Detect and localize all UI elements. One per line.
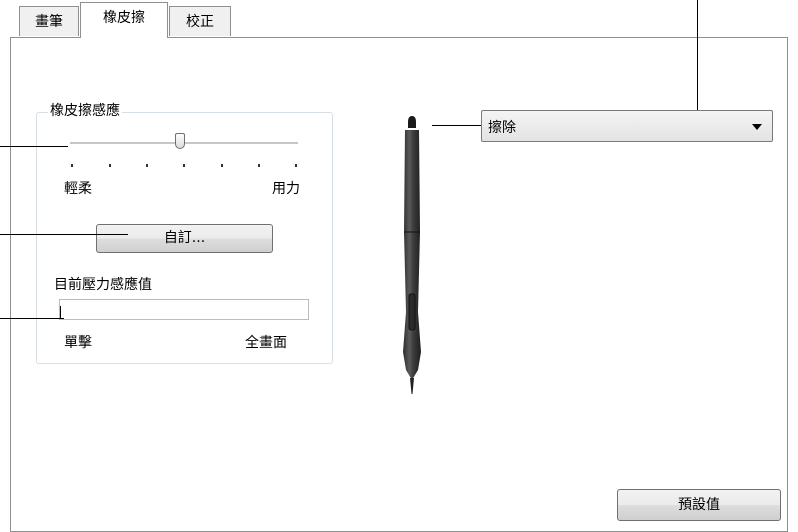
tab-pen-label: 畫筆 xyxy=(35,14,63,30)
slider-tick xyxy=(258,164,260,167)
current-pressure-bar xyxy=(59,299,309,320)
eraser-feel-slider[interactable] xyxy=(70,133,298,157)
default-button-label: 預設值 xyxy=(678,497,720,513)
pressure-max-label: 全畫面 xyxy=(245,335,287,351)
slider-tick xyxy=(146,164,148,167)
slider-tick xyxy=(221,164,223,167)
slider-tick xyxy=(71,164,73,167)
slider-thumb[interactable] xyxy=(175,133,185,149)
callout-line-dropdown xyxy=(697,0,698,126)
slider-max-label: 用力 xyxy=(272,181,300,197)
tab-eraser-label: 橡皮擦 xyxy=(103,10,145,26)
slider-tick xyxy=(295,164,297,167)
pressure-title: 目前壓力感應值 xyxy=(54,277,152,293)
callout-line-slider xyxy=(0,146,68,147)
dropdown-selected-value: 擦除 xyxy=(488,120,516,136)
callout-line-customize xyxy=(0,234,128,235)
slider-tick xyxy=(183,164,185,167)
callout-line-pressure xyxy=(0,318,64,319)
tab-pen[interactable]: 畫筆 xyxy=(19,6,79,36)
tab-calibration-label: 校正 xyxy=(186,14,214,30)
slider-tick xyxy=(109,164,111,167)
pen-illustration xyxy=(403,116,421,394)
tab-eraser[interactable]: 橡皮擦 xyxy=(80,2,168,38)
eraser-button-dropdown[interactable]: 擦除 xyxy=(481,110,773,142)
slider-min-label: 輕柔 xyxy=(64,181,92,197)
customize-button[interactable]: 自訂... xyxy=(96,224,273,253)
pressure-min-label: 單擊 xyxy=(64,335,92,351)
eraser-feel-title: 橡皮擦感應 xyxy=(48,100,122,120)
callout-line-pressure-tick xyxy=(60,306,61,319)
chevron-down-icon xyxy=(752,124,762,130)
default-button[interactable]: 預設值 xyxy=(617,489,781,521)
tab-calibration[interactable]: 校正 xyxy=(169,6,231,36)
customize-button-label: 自訂... xyxy=(163,230,206,246)
